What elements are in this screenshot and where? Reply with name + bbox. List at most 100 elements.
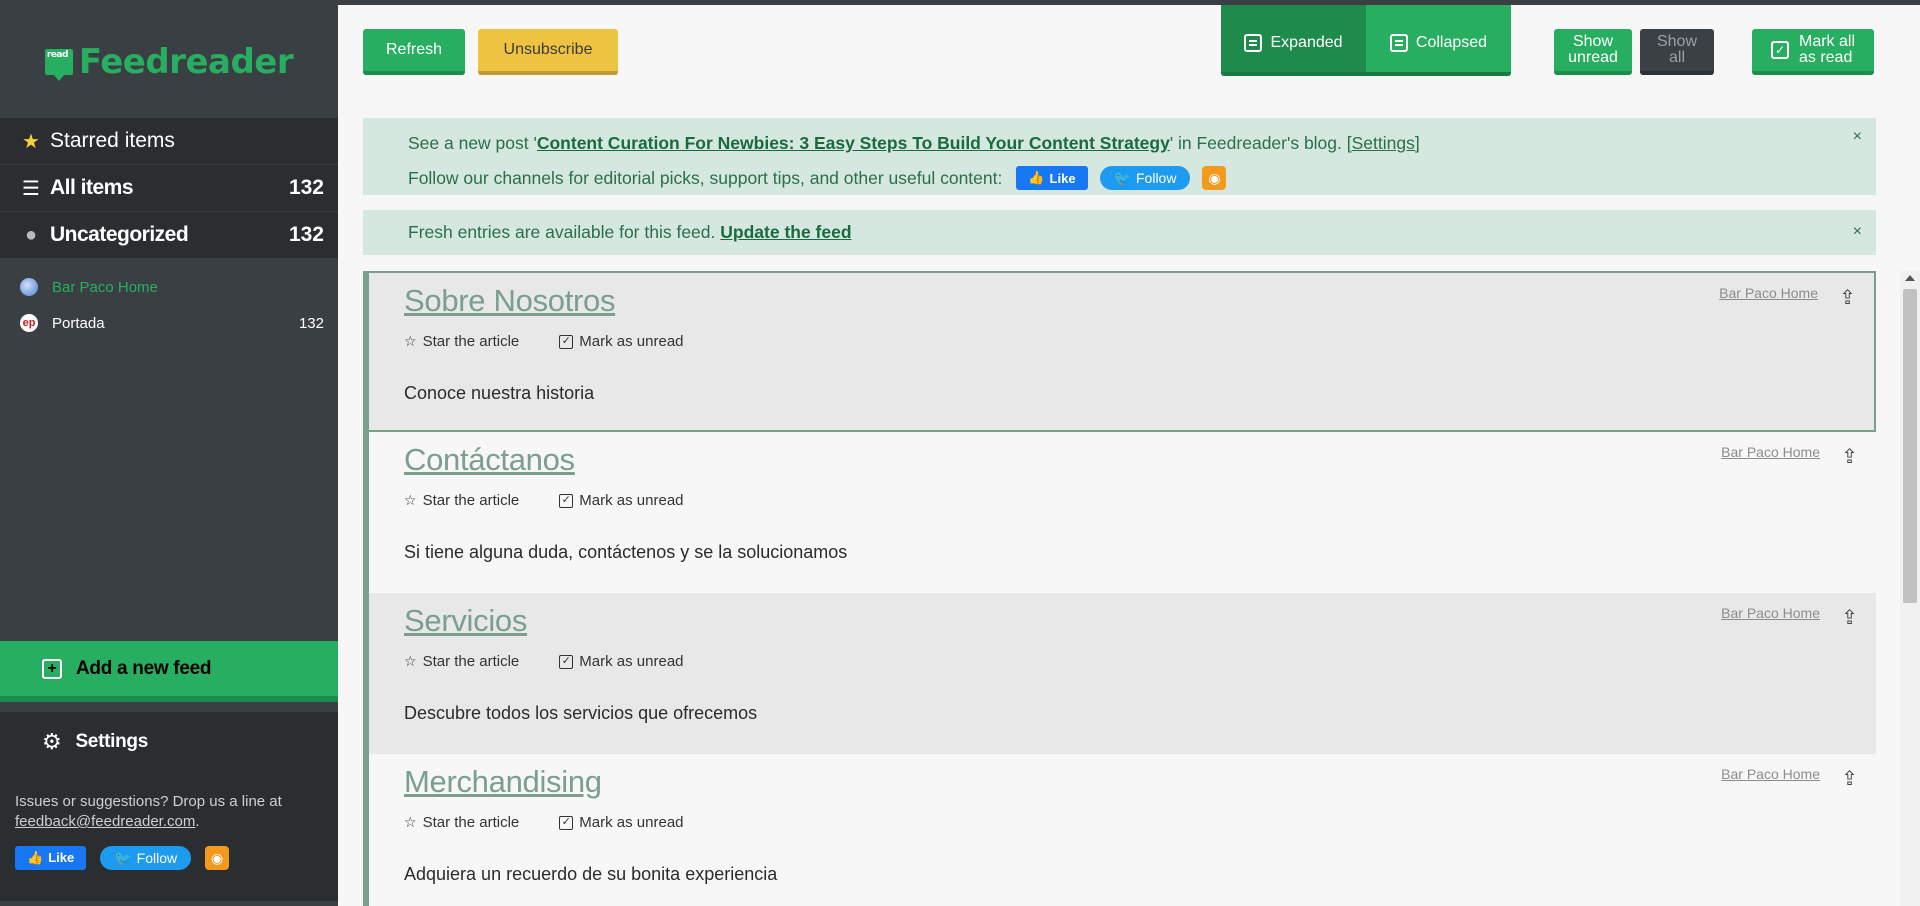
blog-post-link[interactable]: Content Curation For Newbies: 3 Easy Ste… [537, 133, 1170, 153]
mark-all-read-button[interactable]: ✓ Mark all as read [1752, 29, 1874, 75]
nav-label: Starred items [50, 129, 175, 152]
nav-uncategorized[interactable]: ● Uncategorized 132 [0, 212, 338, 259]
article-source-link[interactable]: Bar Paco Home [1719, 285, 1818, 301]
checkbox-icon: ✓ [559, 654, 574, 669]
article-title[interactable]: Merchandising [404, 764, 602, 800]
scrollbar-thumb[interactable] [1903, 289, 1917, 603]
feed-item-bar-paco-home[interactable]: Bar Paco Home [0, 269, 338, 305]
view-mode-toggle: Expanded Collapsed [1221, 5, 1511, 76]
rss-icon: ◉ [211, 850, 224, 866]
nav-all-items[interactable]: ☰ All items 132 [0, 165, 338, 212]
rss-icon: ◉ [1208, 169, 1221, 186]
show-all-button[interactable]: Show all [1640, 29, 1714, 75]
article-item[interactable]: Merchandising ☆ Star the article ✓ Mark as… [369, 754, 1876, 906]
rss-button[interactable]: ◉ [1202, 166, 1227, 190]
blog-prefix: See a new post ' [408, 133, 537, 153]
like-label: Like [1049, 170, 1076, 186]
mark-unread-button[interactable]: ✓ Mark as unread [559, 814, 684, 831]
follow-text: Follow our channels for editorial picks,… [408, 167, 1003, 188]
rss-button[interactable]: ◉ [205, 846, 230, 870]
star-article-button[interactable]: ☆ Star the article [404, 333, 519, 350]
toolbar: Refresh Unsubscribe Expanded Collapsed S… [338, 5, 1920, 97]
facebook-like-button[interactable]: 👍 Like [1016, 166, 1088, 190]
article-source-link[interactable]: Bar Paco Home [1721, 605, 1820, 621]
checkbox-icon: ✓ [559, 815, 574, 830]
logo-text: Feedreader [78, 41, 294, 82]
nav-count: 132 [288, 223, 324, 246]
scroll-up-arrow-icon[interactable] [1905, 275, 1915, 281]
show-all-line1: Show [1656, 33, 1698, 50]
main-nav: ★ Starred items ☰ All items 132 ● Uncate… [0, 118, 338, 259]
twitter-bird-icon: 🐦 [114, 850, 132, 866]
like-label: Like [48, 850, 75, 865]
article-description: Descubre todos los servicios que ofrecem… [404, 703, 758, 723]
share-icon[interactable]: ⇪ [1841, 444, 1858, 469]
article-item[interactable]: Contáctanos ☆ Star the article ✓ Mark as u… [369, 432, 1876, 593]
unsubscribe-label: Unsubscribe [503, 41, 593, 58]
add-feed-button[interactable]: + Add a new feed [0, 641, 338, 702]
article-title[interactable]: Sobre Nosotros [404, 283, 615, 319]
app-logo[interactable]: read Feedreader [44, 41, 294, 82]
blog-notice: See a new post 'Content Curation For New… [363, 118, 1876, 195]
thumbs-up-icon: 👍 [1028, 170, 1045, 185]
article-source-link[interactable]: Bar Paco Home [1721, 766, 1820, 782]
share-icon[interactable]: ⇪ [1841, 605, 1858, 630]
unsubscribe-button[interactable]: Unsubscribe [478, 29, 618, 75]
blog-notice-line: See a new post 'Content Curation For New… [408, 133, 1420, 154]
notice-settings-link[interactable]: [Settings] [1347, 133, 1420, 153]
close-icon[interactable]: × [1853, 223, 1862, 241]
star-article-button[interactable]: ☆ Star the article [404, 814, 519, 831]
article-actions: ☆ Star the article ✓ Mark as unread [404, 492, 684, 509]
vertical-scrollbar[interactable] [1900, 271, 1920, 906]
article-actions: ☆ Star the article ✓ Mark as unread [404, 653, 684, 670]
article-source-link[interactable]: Bar Paco Home [1721, 444, 1820, 460]
star-article-button[interactable]: ☆ Star the article [404, 492, 519, 509]
twitter-follow-button[interactable]: 🐦 Follow [1099, 166, 1191, 190]
article-item[interactable]: Sobre Nosotros ☆ Star the article ✓ Mark a… [369, 271, 1876, 432]
nav-starred-items[interactable]: ★ Starred items [0, 118, 338, 165]
collapsed-view-button[interactable]: Collapsed [1366, 5, 1511, 72]
settings-button[interactable]: ⚙ Settings [0, 712, 338, 772]
nav-label: All items [50, 176, 134, 199]
expanded-view-button[interactable]: Expanded [1221, 5, 1366, 72]
checkbox-icon: ✓ [559, 493, 574, 508]
feed-item-portada[interactable]: ep Portada 132 [0, 305, 338, 341]
main-content: Refresh Unsubscribe Expanded Collapsed S… [338, 5, 1920, 906]
nav-count: 132 [288, 176, 324, 199]
article-title[interactable]: Servicios [404, 603, 527, 639]
blog-suffix: ' in Feedreader's blog. [1169, 133, 1342, 153]
mark-unread-button[interactable]: ✓ Mark as unread [559, 492, 684, 509]
mark-all-line2: as read [1798, 49, 1853, 66]
star-icon: ★ [22, 130, 40, 153]
expanded-label: Expanded [1270, 33, 1343, 51]
close-icon[interactable]: × [1853, 128, 1862, 146]
star-label: Star the article [422, 492, 520, 509]
update-feed-link[interactable]: Update the feed [720, 222, 851, 243]
twitter-bird-icon: 🐦 [1113, 169, 1131, 186]
mark-all-line1: Mark all [1798, 33, 1855, 50]
refresh-button[interactable]: Refresh [363, 29, 465, 75]
logo-icon: read [44, 48, 73, 81]
facebook-like-button[interactable]: 👍 Like [15, 846, 87, 870]
feedback-email-link[interactable]: feedback@feedreader.com [15, 813, 195, 830]
star-article-button[interactable]: ☆ Star the article [404, 653, 519, 670]
mark-label: Mark as unread [579, 814, 684, 831]
mark-label: Mark as unread [579, 333, 684, 350]
follow-label: Follow [136, 850, 178, 866]
follow-label: Follow [1136, 170, 1177, 186]
article-title[interactable]: Contáctanos [404, 442, 575, 478]
globe-icon [20, 278, 38, 296]
mark-unread-button[interactable]: ✓ Mark as unread [559, 653, 684, 670]
article-item[interactable]: Servicios ☆ Star the article ✓ Mark as unr… [369, 593, 1876, 754]
show-unread-line1: Show [1572, 33, 1614, 50]
gear-icon: ⚙ [42, 729, 62, 754]
share-icon[interactable]: ⇪ [1841, 766, 1858, 791]
show-unread-button[interactable]: Show unread [1554, 29, 1632, 75]
article-list: Sobre Nosotros ☆ Star the article ✓ Mark a… [363, 271, 1876, 906]
share-icon[interactable]: ⇪ [1839, 285, 1856, 310]
mark-unread-button[interactable]: ✓ Mark as unread [559, 333, 684, 350]
refresh-label: Refresh [385, 41, 443, 58]
article-description: Conoce nuestra historia [404, 383, 595, 403]
twitter-follow-button[interactable]: 🐦 Follow [100, 846, 192, 870]
article-description: Si tiene alguna duda, contáctenos y se l… [404, 542, 848, 562]
